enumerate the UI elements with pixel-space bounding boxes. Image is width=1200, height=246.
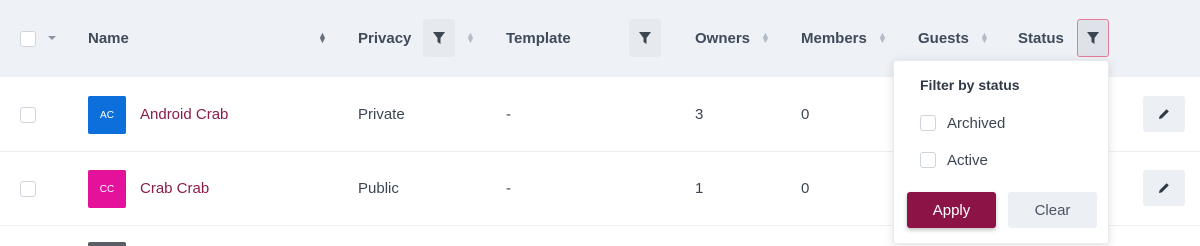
members-cell: 0 — [801, 106, 810, 123]
guests-sort-arrows-icon[interactable]: ▲ ▼ — [980, 31, 989, 45]
privacy-cell: Private — [358, 106, 405, 123]
status-filter-funnel-icon[interactable] — [1077, 19, 1109, 57]
owners-cell: 1 — [695, 180, 704, 197]
column-header-privacy[interactable]: Privacy — [358, 30, 411, 47]
team-name-link[interactable]: Crab Crab — [140, 180, 209, 197]
template-cell: - — [506, 106, 511, 123]
archived-option-label[interactable]: Archived — [947, 115, 1005, 132]
template-cell: - — [506, 180, 511, 197]
team-avatar: CC — [88, 170, 126, 208]
owners-sort-arrows-icon[interactable]: ▲ ▼ — [761, 31, 770, 45]
active-option-label[interactable]: Active — [947, 152, 988, 169]
column-header-members[interactable]: Members — [801, 30, 867, 47]
archived-checkbox[interactable] — [920, 115, 936, 131]
filter-title: Filter by status — [920, 77, 1020, 93]
team-avatar-partial — [88, 242, 126, 246]
privacy-cell: Public — [358, 180, 399, 197]
privacy-filter-funnel-icon[interactable] — [423, 19, 455, 57]
privacy-sort-arrows-icon[interactable]: ▲ ▼ — [466, 31, 475, 45]
owners-cell: 3 — [695, 106, 704, 123]
row-checkbox[interactable] — [20, 107, 36, 123]
team-name-link[interactable]: Android Crab — [140, 106, 228, 123]
clear-button[interactable]: Clear — [1008, 192, 1097, 228]
active-checkbox[interactable] — [920, 152, 936, 168]
name-sort-arrows-icon[interactable]: ▲ ▼ — [318, 31, 327, 45]
team-avatar: AC — [88, 96, 126, 134]
template-filter-funnel-icon[interactable] — [629, 19, 661, 57]
status-filter-dropdown: Filter by status Archived Active Apply C… — [893, 60, 1109, 244]
members-sort-arrows-icon[interactable]: ▲ ▼ — [878, 31, 887, 45]
column-header-owners[interactable]: Owners — [695, 30, 750, 47]
column-header-status[interactable]: Status — [1018, 30, 1064, 47]
column-header-template[interactable]: Template — [506, 30, 571, 47]
edit-pencil-icon-button[interactable] — [1143, 96, 1185, 132]
select-all-checkbox[interactable] — [20, 31, 36, 47]
apply-button[interactable]: Apply — [907, 192, 996, 228]
column-header-guests[interactable]: Guests — [918, 30, 969, 47]
members-cell: 0 — [801, 180, 810, 197]
select-menu-caret-down-icon[interactable] — [46, 31, 58, 45]
column-header-name[interactable]: Name — [88, 30, 129, 47]
row-checkbox[interactable] — [20, 181, 36, 197]
edit-pencil-icon-button[interactable] — [1143, 170, 1185, 206]
